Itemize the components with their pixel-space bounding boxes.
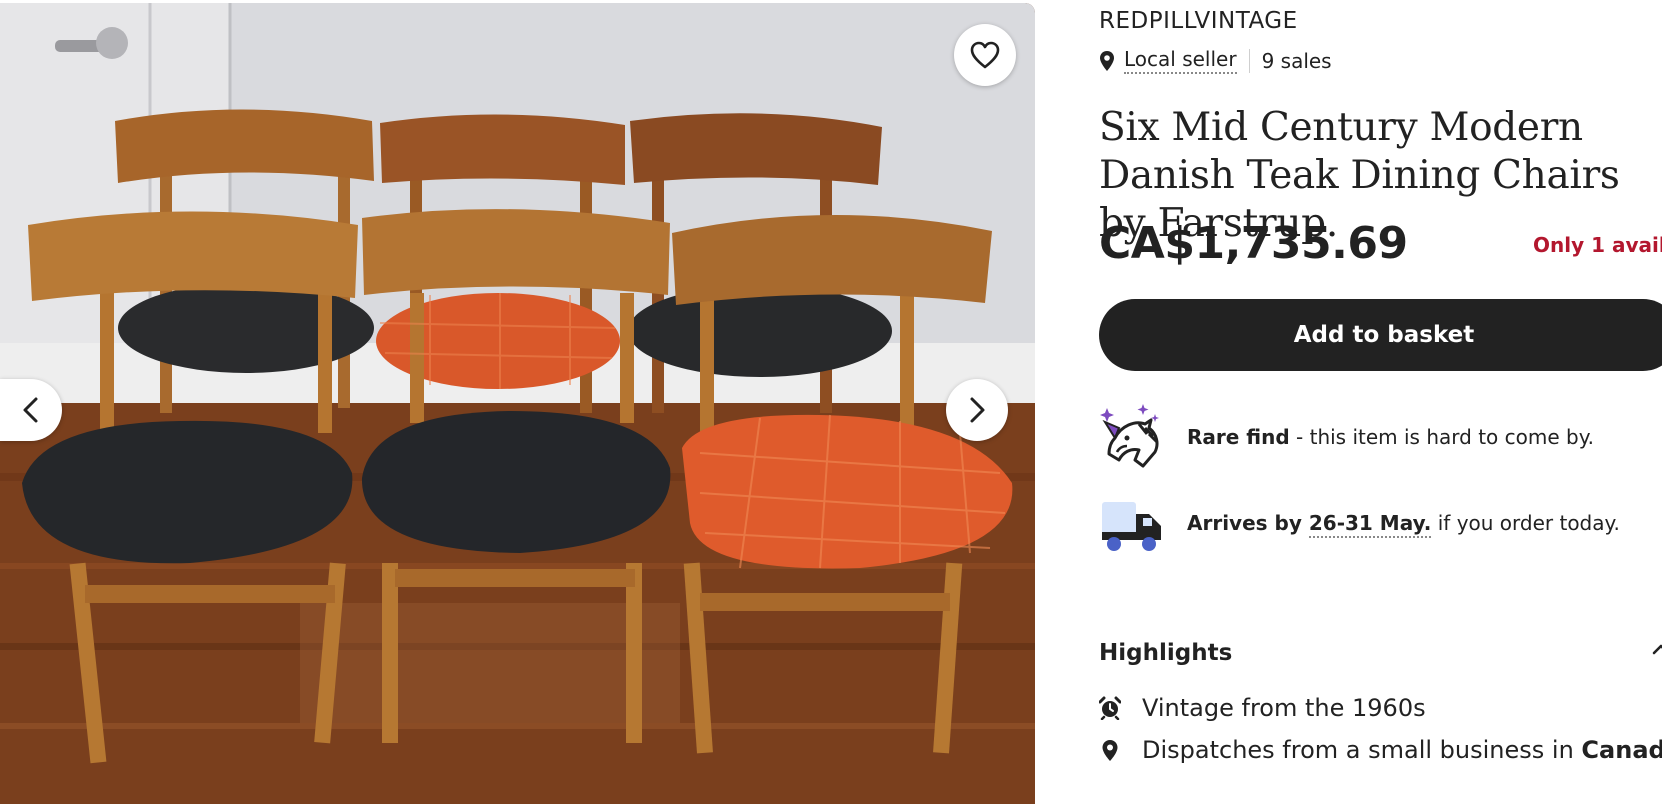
delivery-estimate: Arrives by 26-31 May. if you order today… bbox=[1099, 490, 1620, 556]
favorite-button[interactable] bbox=[954, 24, 1016, 86]
product-photo bbox=[0, 3, 1035, 804]
highlight-dispatch-text: Dispatches from a small business in bbox=[1142, 736, 1582, 764]
rare-find-feature: Rare find - this item is hard to come by… bbox=[1099, 404, 1594, 470]
local-seller-link[interactable]: Local seller bbox=[1124, 47, 1237, 74]
delivery-truck-icon bbox=[1102, 502, 1161, 551]
stock-status: Only 1 available bbox=[1533, 233, 1662, 257]
sales-count: 9 sales bbox=[1261, 48, 1332, 73]
arrives-by-label: Arrives by bbox=[1187, 511, 1309, 535]
delivery-suffix: if you order today. bbox=[1431, 511, 1620, 535]
chevron-right-icon bbox=[970, 397, 985, 423]
location-pin-icon bbox=[1102, 740, 1118, 761]
unicorn-icon bbox=[1100, 404, 1159, 468]
rare-find-text: - this item is hard to come by. bbox=[1289, 425, 1595, 449]
highlight-dispatch: Dispatches from a small business in Cana… bbox=[1099, 736, 1662, 764]
location-pin-icon bbox=[1100, 50, 1114, 71]
chevron-left-icon bbox=[23, 397, 38, 423]
chevron-up-icon[interactable] bbox=[1651, 640, 1662, 660]
next-image-button[interactable] bbox=[946, 379, 1008, 441]
meta-divider bbox=[1248, 48, 1250, 73]
heart-icon bbox=[970, 41, 1000, 69]
product-image-gallery[interactable] bbox=[0, 3, 1035, 804]
highlight-vintage-text: Vintage from the 1960s bbox=[1142, 694, 1426, 722]
add-to-basket-button[interactable]: Add to basket bbox=[1099, 299, 1662, 371]
delivery-dates-link[interactable]: 26-31 May. bbox=[1308, 511, 1432, 538]
alarm-clock-icon bbox=[1099, 696, 1121, 720]
previous-image-button[interactable] bbox=[0, 379, 62, 441]
shop-name-link[interactable]: REDPILLVINTAGE bbox=[1099, 8, 1298, 34]
highlight-vintage: Vintage from the 1960s bbox=[1099, 694, 1426, 722]
highlights-heading[interactable]: Highlights bbox=[1099, 640, 1232, 666]
dispatch-country: Canada bbox=[1581, 736, 1662, 764]
seller-meta: Local seller 9 sales bbox=[1099, 47, 1332, 74]
rare-find-label: Rare find bbox=[1187, 425, 1290, 449]
listing-price: CA$1,735.69 bbox=[1099, 218, 1408, 269]
